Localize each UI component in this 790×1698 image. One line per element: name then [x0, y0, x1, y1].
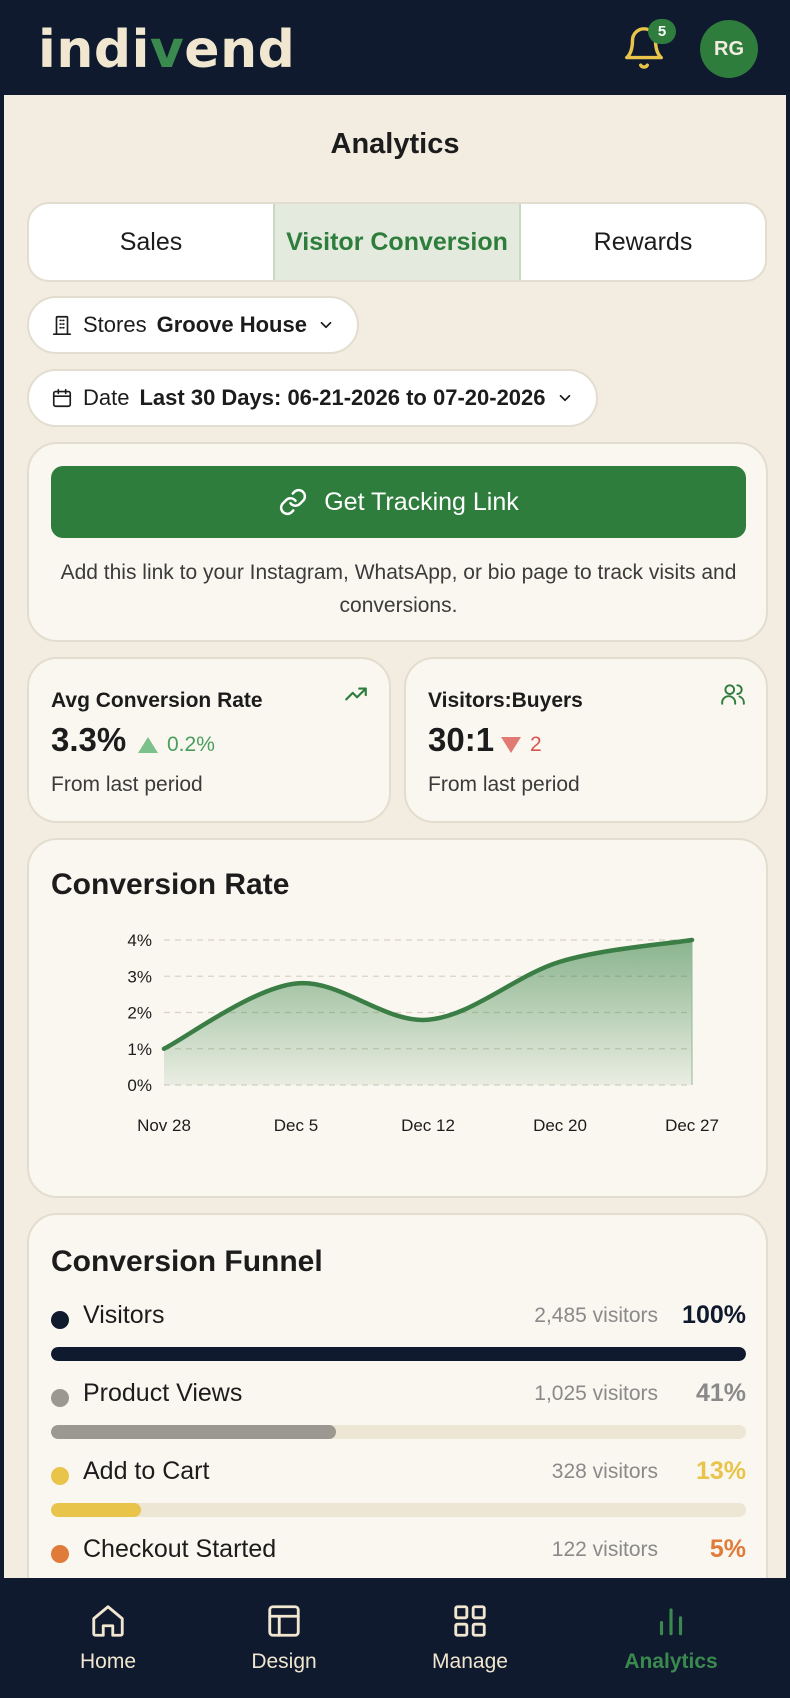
nav-analytics[interactable]: Analytics	[591, 1578, 751, 1698]
funnel-dot	[51, 1467, 69, 1485]
notification-badge: 5	[648, 19, 676, 44]
nav-manage[interactable]: Manage	[390, 1578, 550, 1698]
grid-icon	[454, 1605, 486, 1637]
nav-manage-label: Manage	[432, 1650, 508, 1673]
analytics-tabs: Sales Visitor Conversion Rewards	[27, 202, 767, 282]
stat-delta-down: 2	[500, 733, 542, 757]
nav-design[interactable]: Design	[204, 1578, 364, 1698]
funnel-step-name: Product Views	[83, 1379, 243, 1407]
date-filter-value: Last 30 Days: 06-21-2026 to 07-20-2026	[139, 385, 546, 410]
layout-icon	[268, 1605, 300, 1637]
funnel-step-count: 1,025 visitors	[534, 1382, 658, 1405]
chart-y-tick-label: 3%	[127, 967, 152, 986]
funnel-progress-fill	[51, 1347, 746, 1361]
stat-delta-up: 0.2%	[137, 733, 215, 757]
store-filter-value: Groove House	[156, 312, 307, 337]
funnel-row-product-views: Product Views 1,025 visitors 41%	[51, 1379, 746, 1445]
funnel-step-percent: 100%	[682, 1301, 746, 1329]
store-filter[interactable]: Stores Groove House	[27, 296, 359, 354]
chevron-down-icon	[320, 321, 332, 329]
funnel-progress-fill	[51, 1503, 142, 1517]
stat-delta-value: 2	[530, 733, 542, 756]
funnel-progress-track	[51, 1425, 746, 1439]
funnel-step-percent: 41%	[695, 1379, 746, 1407]
bar-chart-icon	[659, 1608, 683, 1636]
funnel-progress-track	[51, 1503, 746, 1517]
stat-card-avg-conversion: Avg Conversion Rate 3.3% 0.2% From last …	[27, 657, 391, 823]
date-filter-label: Date	[83, 385, 130, 410]
chart-x-tick-label: Dec 5	[274, 1116, 318, 1135]
chart-x-tick-label: Dec 12	[401, 1116, 455, 1135]
home-icon	[92, 1605, 124, 1637]
chart-x-tick-label: Dec 20	[533, 1116, 587, 1135]
chart-y-tick-label: 0%	[127, 1076, 152, 1095]
trending-up-icon	[343, 681, 369, 712]
top-bar: indivend 5 RG	[4, 0, 786, 95]
nav-home[interactable]: Home	[28, 1578, 188, 1698]
funnel-step-count: 2,485 visitors	[534, 1304, 658, 1327]
stat-title: Avg Conversion Rate	[51, 689, 263, 712]
building-icon	[52, 315, 72, 335]
nav-analytics-label: Analytics	[624, 1650, 718, 1673]
bottom-nav: Home Design Manage Analytics	[4, 1578, 786, 1698]
funnel-row-visitors: Visitors 2,485 visitors 100%	[51, 1301, 746, 1367]
funnel-step-name: Visitors	[83, 1301, 165, 1329]
get-tracking-link-label: Get Tracking Link	[324, 487, 519, 516]
chart-y-tick-label: 4%	[127, 931, 152, 950]
user-avatar[interactable]: RG	[700, 20, 758, 78]
funnel-step-count: 122 visitors	[551, 1538, 658, 1561]
funnel-step-percent: 13%	[695, 1457, 746, 1485]
conversion-funnel-card: Conversion Funnel Visitors 2,485 visitor…	[27, 1213, 768, 1633]
get-tracking-link-button[interactable]: Get Tracking Link	[51, 466, 746, 538]
funnel-step-count: 328 visitors	[551, 1460, 658, 1483]
chart-x-tick-label: Nov 28	[137, 1116, 191, 1135]
conversion-rate-chart: 0% 1% 2% 3% 4% Nov 28 Dec 5 Dec 12 Dec 20 Dec 27	[127, 931, 719, 1135]
tab-visitor-conversion[interactable]: Visitor Conversion	[273, 204, 521, 280]
tracking-link-note: Add this link to your Instagram, WhatsAp…	[60, 561, 737, 617]
triangle-down-icon	[501, 737, 521, 753]
stat-value: 30:1	[428, 721, 495, 758]
page-title: Analytics	[330, 128, 460, 160]
funnel-step-name: Add to Cart	[83, 1457, 210, 1485]
app-screen: indivend 5 RG Analytics Sales Visitor Co…	[4, 0, 786, 1698]
conversion-rate-card: Conversion Rate 0% 1% 2% 3% 4% Nov 28 Dec 5 Dec…	[27, 838, 768, 1198]
nav-home-label: Home	[79, 1650, 137, 1673]
link-icon	[280, 488, 307, 516]
tab-rewards[interactable]: Rewards	[521, 204, 765, 280]
conversion-funnel-title: Conversion Funnel	[51, 1245, 323, 1278]
funnel-dot	[51, 1545, 69, 1563]
chart-x-tick-label: Dec 27	[665, 1116, 719, 1135]
store-filter-label: Stores	[83, 312, 147, 337]
stat-value: 3.3%	[51, 721, 127, 758]
tab-sales[interactable]: Sales	[29, 204, 273, 280]
calendar-icon	[52, 388, 72, 408]
stat-delta-value: 0.2%	[167, 733, 215, 756]
stat-card-visitors-buyers: Visitors:Buyers 30:1 2 From last period	[404, 657, 768, 823]
chart-y-tick-label: 2%	[127, 1004, 152, 1023]
funnel-dot	[51, 1311, 69, 1329]
users-icon	[720, 681, 746, 712]
brand-logo[interactable]: indivend	[38, 20, 295, 80]
stat-title: Visitors:Buyers	[428, 689, 583, 712]
funnel-step-percent: 5%	[709, 1535, 746, 1563]
funnel-dot	[51, 1389, 69, 1407]
stat-subtitle: From last period	[51, 773, 203, 796]
funnel-row-add-to-cart: Add to Cart 328 visitors 13%	[51, 1457, 746, 1523]
triangle-up-icon	[138, 737, 158, 753]
funnel-progress-track	[51, 1347, 746, 1361]
tracking-link-card: Get Tracking Link Add this link to your …	[27, 442, 768, 642]
funnel-progress-fill	[51, 1425, 336, 1439]
stat-subtitle: From last period	[428, 773, 580, 796]
date-filter[interactable]: Date Last 30 Days: 06-21-2026 to 07-20-2…	[27, 369, 598, 427]
funnel-step-name: Checkout Started	[83, 1535, 277, 1563]
chart-y-tick-label: 1%	[127, 1040, 152, 1059]
chevron-down-icon	[559, 394, 570, 402]
nav-design-label: Design	[251, 1650, 317, 1673]
conversion-rate-title: Conversion Rate	[51, 868, 290, 901]
